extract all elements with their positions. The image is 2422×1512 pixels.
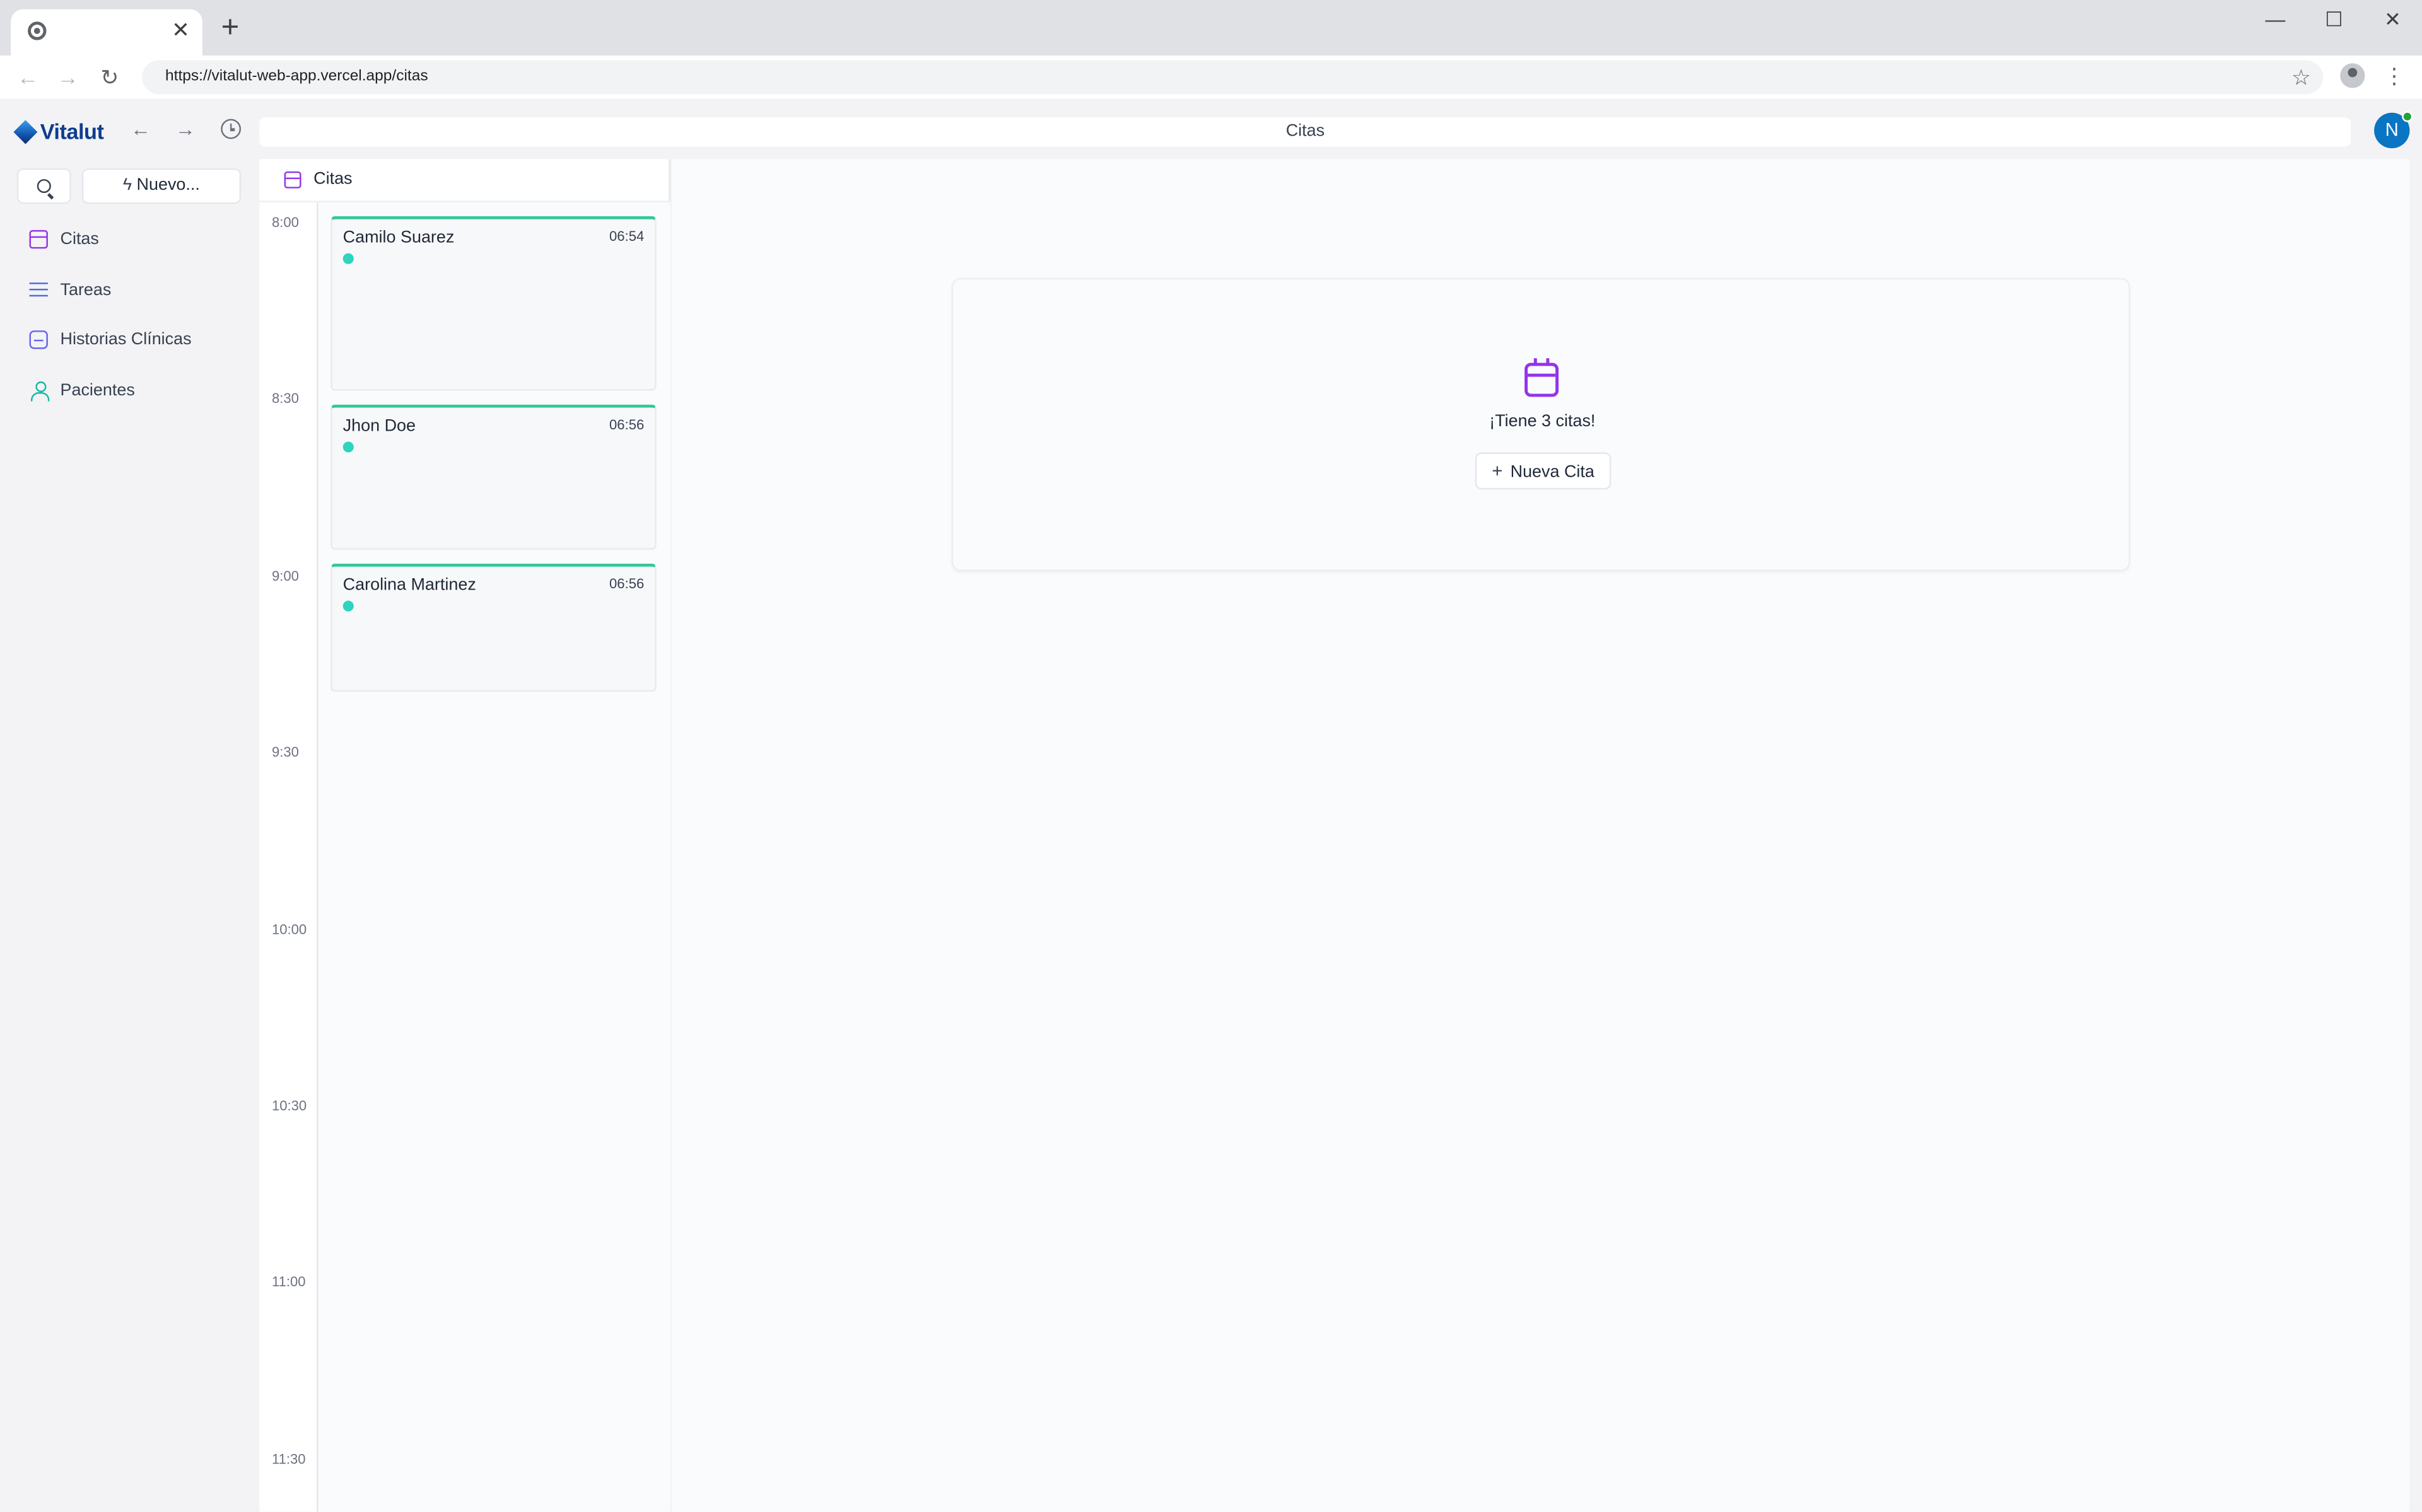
appointments-count-message: ¡Tiene 3 citas!	[1489, 412, 1596, 431]
vitalut-logo[interactable]: Vitalut	[13, 117, 104, 145]
browser-tab[interactable]: ✕	[11, 9, 202, 56]
appointments-summary-card: ¡Tiene 3 citas! + Nueva Cita	[951, 277, 2131, 572]
bolt-icon: ϟ	[122, 176, 132, 195]
time-slot-label: 8:30	[272, 390, 299, 407]
close-tab-icon[interactable]: ✕	[168, 17, 193, 42]
forward-icon[interactable]: →	[54, 63, 82, 91]
calendar-header: Citas	[259, 159, 670, 202]
url-text: https://vitalut-web-app.vercel.app/citas	[165, 67, 428, 85]
appointment-time: 06:56	[609, 417, 645, 433]
new-button-label: Nuevo...	[136, 176, 200, 195]
sidebar-item-label: Tareas	[60, 281, 112, 300]
sidebar-item-label: Historias Clínicas	[60, 330, 192, 349]
browser-menu-icon[interactable]: ⋮	[2384, 62, 2405, 90]
time-slot-label: 9:30	[272, 744, 299, 760]
time-slot-label: 10:00	[272, 922, 307, 938]
maximize-button[interactable]: ☐	[2319, 6, 2349, 34]
reload-icon[interactable]: ↻	[96, 63, 124, 91]
search-icon	[37, 179, 51, 194]
time-slot-label: 9:00	[272, 568, 299, 584]
sidebar-item-label: Pacientes	[60, 381, 135, 400]
appointment-patient-name: Carolina Martinez	[342, 576, 476, 595]
logo-text: Vitalut	[40, 119, 104, 144]
calendar-icon	[284, 171, 301, 189]
browser-toolbar: ← → ↻ https://vitalut-web-app.vercel.app…	[0, 55, 2422, 99]
app-back-icon[interactable]: ←	[128, 117, 153, 142]
time-slot-label: 8:00	[272, 214, 299, 230]
online-status-indicator	[2402, 111, 2413, 122]
app-forward-icon[interactable]: →	[173, 117, 197, 142]
browser-profile-icon[interactable]	[2340, 63, 2365, 88]
calendar-icon	[1524, 358, 1559, 397]
appointment-card[interactable]: Carolina Martinez 06:56	[331, 563, 657, 692]
time-slot-label: 10:30	[272, 1098, 307, 1114]
time-slot-label: 11:30	[272, 1451, 306, 1467]
status-dot	[342, 600, 354, 612]
appointment-time: 06:56	[609, 576, 645, 591]
address-bar[interactable]: https://vitalut-web-app.vercel.app/citas…	[142, 60, 2324, 95]
history-icon[interactable]	[221, 119, 242, 139]
new-button[interactable]: ϟ Nuevo...	[81, 168, 242, 204]
page-title: Citas	[259, 117, 2351, 147]
appointments-column: Camilo Suarez 06:54 Jhon Doe 06:56 Carol…	[318, 202, 670, 1512]
sidebar-item-historias-clinicas[interactable]: Historias Clínicas	[29, 327, 192, 352]
calendar-icon	[29, 230, 48, 249]
sidebar-item-citas[interactable]: Citas	[29, 227, 99, 252]
new-tab-button[interactable]: +	[216, 13, 244, 44]
calendar-title: Citas	[313, 170, 353, 189]
main-content: ¡Tiene 3 citas! + Nueva Cita	[672, 159, 2410, 1512]
new-appointment-button[interactable]: + Nueva Cita	[1475, 452, 1612, 490]
status-dot	[342, 441, 354, 453]
status-dot	[342, 253, 354, 264]
logo-mark-icon	[13, 119, 38, 144]
bookmark-star-icon[interactable]: ☆	[2291, 65, 2311, 90]
inbox-icon	[29, 330, 48, 349]
search-button[interactable]	[16, 168, 71, 204]
appointment-time: 06:54	[609, 228, 645, 244]
plus-icon: +	[1492, 460, 1503, 482]
time-column: 8:00 8:30 9:00 9:30 10:00 10:30 11:00 11…	[259, 202, 319, 1512]
sidebar-item-tareas[interactable]: Tareas	[29, 278, 112, 303]
list-icon	[29, 281, 48, 299]
minimize-button[interactable]: —	[2260, 6, 2291, 34]
user-icon	[30, 381, 50, 402]
favicon-icon	[28, 21, 47, 40]
appointment-patient-name: Camilo Suarez	[342, 228, 455, 247]
new-appointment-label: Nueva Cita	[1510, 463, 1594, 482]
app-container: Vitalut ← → Citas N ϟ Nuevo... Citas Tare…	[0, 98, 2422, 1512]
sidebar-item-pacientes[interactable]: Pacientes	[30, 378, 135, 403]
calendar-panel: Citas 8:00 8:30 9:00 9:30 10:00 10:30 11…	[259, 159, 670, 1512]
back-icon[interactable]: ←	[14, 63, 42, 91]
close-window-button[interactable]: ✕	[2377, 6, 2408, 34]
time-slot-label: 11:00	[272, 1274, 306, 1289]
browser-tabstrip: ✕ + — ☐ ✕	[0, 0, 2422, 56]
sidebar-item-label: Citas	[60, 230, 99, 249]
appointment-card[interactable]: Camilo Suarez 06:54	[331, 216, 657, 391]
appointment-card[interactable]: Jhon Doe 06:56	[331, 404, 657, 550]
appointment-patient-name: Jhon Doe	[342, 417, 416, 436]
